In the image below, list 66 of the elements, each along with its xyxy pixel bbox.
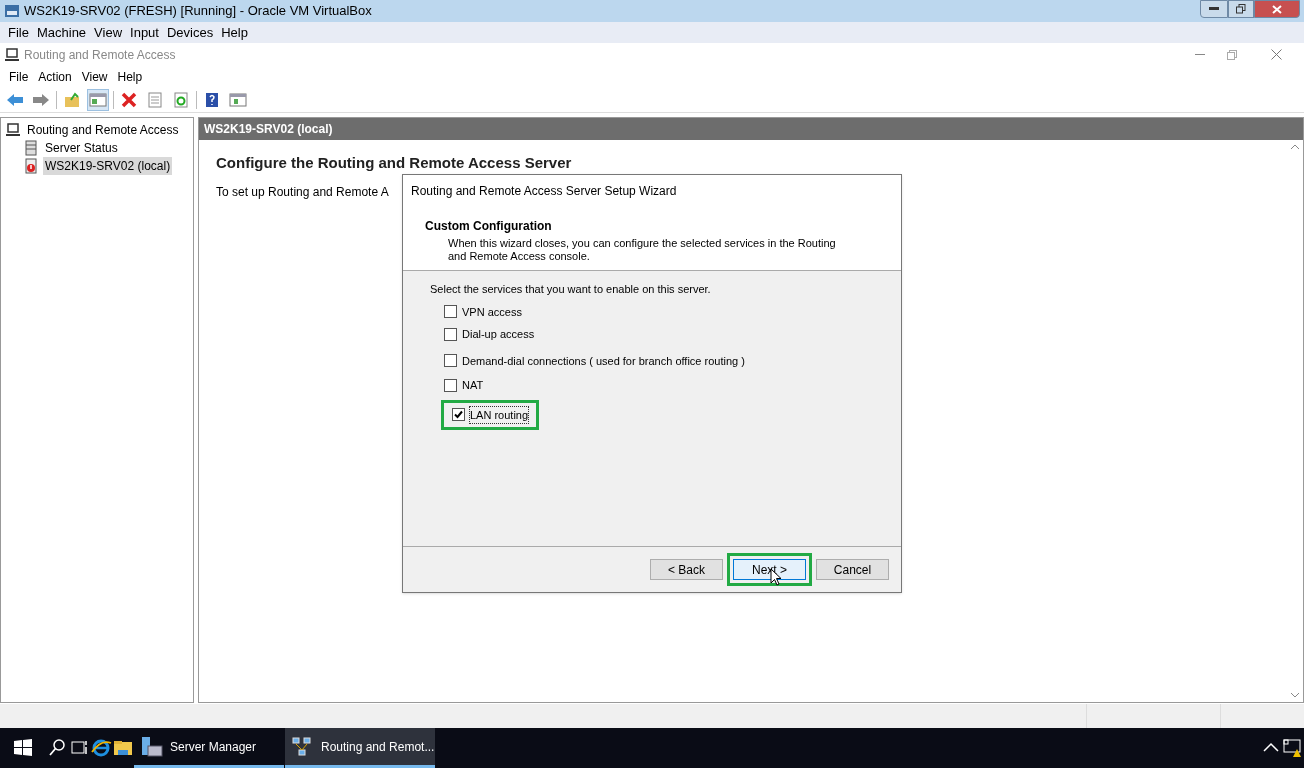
server-stack-icon: [23, 140, 39, 156]
checkbox[interactable]: [444, 305, 457, 319]
close-button[interactable]: [1254, 0, 1300, 18]
menu-item[interactable]: Help: [217, 22, 252, 43]
minimize-icon: [1209, 7, 1219, 11]
prompt-text: Select the services that you want to enable on this server.: [430, 282, 711, 297]
restore-icon: [1236, 4, 1246, 14]
properties-icon: [146, 91, 164, 108]
app-icon: [4, 3, 20, 19]
restore-button[interactable]: [1228, 0, 1254, 18]
scroll-down-icon: [1289, 692, 1300, 698]
step-heading: Custom Configuration: [425, 218, 552, 235]
menu-item[interactable]: File: [4, 67, 34, 86]
server-icon: [140, 735, 164, 758]
dialog-title: Routing and Remote Access Server Setup Wizard: [411, 183, 677, 200]
close-icon: [1271, 49, 1282, 60]
menu-item[interactable]: Machine: [32, 22, 91, 43]
tree-item[interactable]: Routing and Remote Access: [25, 121, 181, 139]
checkbox[interactable]: [452, 408, 465, 422]
tree-item[interactable]: Server Status: [43, 139, 120, 157]
menu-item[interactable]: Devices: [162, 22, 218, 43]
menu-item[interactable]: Input: [126, 22, 163, 43]
minimize-button[interactable]: [1200, 0, 1228, 18]
forward-icon: [32, 91, 50, 108]
panel-toggle-icon: [229, 91, 247, 108]
window-title: WS2K19-SRV02 (FRESH) [Running] - Oracle VM VirtualBox: [24, 2, 372, 21]
pane-header: WS2K19-SRV02 (local): [199, 118, 1303, 140]
menu-item[interactable]: View: [90, 22, 127, 43]
console-title: Routing and Remote Access: [24, 46, 176, 64]
checkbox[interactable]: [444, 378, 457, 392]
dialog-button[interactable]: < Back: [650, 559, 723, 580]
browser-icon: [90, 737, 112, 759]
dialog-button[interactable]: Cancel: [816, 559, 889, 580]
taskbar-app[interactable]: Server Manager: [134, 728, 284, 768]
tree-toggle-icon: [89, 91, 107, 108]
help-icon: [203, 91, 221, 108]
tree-toggle-button[interactable]: [87, 88, 109, 111]
tree-item[interactable]: WS2K19-SRV02 (local): [43, 157, 173, 175]
close-icon: [1272, 4, 1282, 14]
checkbox-option[interactable]: Dial-up access: [444, 326, 535, 343]
back-icon: [6, 91, 24, 108]
checkbox-option[interactable]: Demand-dial connections ( used for branch office routing ): [444, 352, 745, 369]
page-text: To set up Routing and Remote A: [216, 183, 389, 201]
taskbar-app[interactable]: Routing and Remot...: [285, 728, 435, 768]
menu-item[interactable]: File: [4, 22, 33, 43]
scroll-up-icon: [1289, 144, 1300, 150]
menu-item[interactable]: View: [76, 67, 113, 86]
start-icon: [12, 737, 34, 759]
checkbox-option[interactable]: LAN routing: [452, 406, 529, 423]
page-heading: Configure the Routing and Remote Access Server: [216, 153, 572, 173]
restore-icon: [1227, 49, 1237, 60]
computer-icon: [4, 46, 20, 63]
folder-up-icon: [63, 91, 81, 108]
server-alert-icon: [23, 158, 39, 174]
checkbox-option[interactable]: VPN access: [444, 303, 522, 320]
minimize-icon: [1195, 53, 1205, 56]
menu-item[interactable]: Action: [33, 67, 77, 86]
refresh-icon: [172, 91, 190, 108]
menu-item[interactable]: Help: [112, 67, 148, 86]
step-description: When this wizard closes, you can configure the selected services in the Routing and Remote Access console.: [448, 237, 837, 263]
delete-icon: [120, 91, 138, 108]
checkbox[interactable]: [444, 327, 457, 341]
network-warning-icon: [1282, 737, 1304, 759]
checkbox[interactable]: [444, 354, 457, 368]
computer-icon: [5, 122, 21, 138]
checkbox-option[interactable]: NAT: [444, 377, 484, 394]
